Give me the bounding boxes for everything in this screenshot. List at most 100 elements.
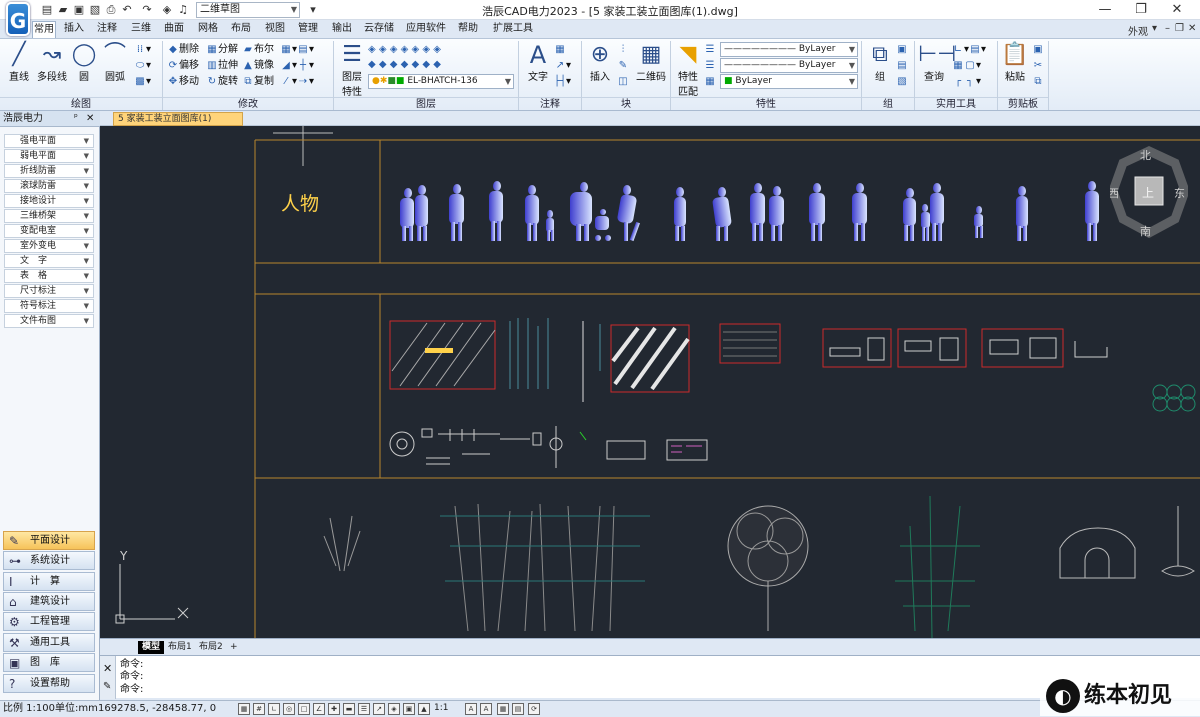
polar-icon[interactable]: ◎ — [283, 703, 295, 715]
arc-button[interactable]: ⌒ 圆弧 — [100, 42, 130, 83]
tab-home[interactable]: 常用 — [32, 21, 56, 38]
module-library[interactable]: ▣ 图 库 — [3, 653, 95, 672]
copy-clip-icon[interactable]: ▣ — [1032, 42, 1044, 57]
workspace-icon[interactable]: ▲ — [418, 703, 430, 715]
table-icon[interactable]: ▦ — [554, 42, 566, 57]
attribute-icon[interactable]: ⫶ — [617, 42, 629, 57]
auto-scale-icon[interactable]: A — [480, 703, 492, 715]
erase-button[interactable]: ◆ 删除 — [167, 42, 199, 57]
menu-item-grounding[interactable]: 接地设计 ▼ — [4, 194, 94, 208]
module-project-management[interactable]: ⚙ 工程管理 — [3, 612, 95, 631]
create-block-icon[interactable]: ◫ — [617, 74, 629, 89]
tab-layout2[interactable]: 布局2 — [195, 641, 227, 654]
edit-block-icon[interactable]: ✎ — [617, 58, 629, 73]
lineweight-select[interactable]: ———————— ByLayer ▼ — [720, 58, 858, 73]
layer-tools-row2[interactable]: ◆ ◆ ◆ ◆ ◆ ◆ ◆ — [368, 57, 441, 72]
trim-icon[interactable]: ⁄ ▾ ⇢ ▾ — [280, 74, 314, 89]
text-button[interactable]: A 文字 — [524, 42, 552, 83]
drawing-canvas[interactable]: 人物 Y 北 南 东 西 上 — [100, 126, 1200, 638]
close-icon[interactable]: ✕ — [1160, 0, 1194, 20]
tab-annotate[interactable]: 注释 — [95, 21, 119, 38]
current-layer-select[interactable]: ●✱■■ EL-BHATCH-136 ▼ — [368, 74, 514, 89]
appearance-menu[interactable]: 外观 — [1128, 23, 1148, 38]
menu-item-substation-room[interactable]: 变配电室 ▼ — [4, 224, 94, 238]
print-icon[interactable]: ⎙ — [104, 2, 118, 17]
boolean-button[interactable]: ▰ 布尔 — [242, 42, 274, 57]
copy-base-icon[interactable]: ⧉ — [1032, 74, 1044, 89]
menu-item-dimension[interactable]: 尺寸标注 ▼ — [4, 284, 94, 298]
polyline-button[interactable]: ↝ 多段线 — [36, 42, 68, 83]
menu-item-3d-tray[interactable]: 三维桥架 ▼ — [4, 209, 94, 223]
scale-readout[interactable]: 比例 1:100 — [3, 701, 55, 716]
gradient-icon[interactable]: ▩▾ — [134, 74, 151, 89]
ellipse-icon[interactable]: ⬭ ▾ — [134, 58, 151, 73]
minimize-icon[interactable]: — — [1088, 0, 1122, 20]
copy-button[interactable]: ⧉ 复制 — [242, 74, 274, 89]
module-settings-help[interactable]: ? 设置帮助 — [3, 674, 95, 693]
group-select-icon[interactable]: ▧ — [896, 74, 908, 89]
save-icon[interactable]: ▣ — [72, 2, 86, 17]
headset-icon[interactable]: ♫ — [176, 2, 190, 17]
view-cube[interactable]: 北 南 东 西 上 — [1110, 143, 1188, 247]
cut-icon[interactable]: ✂ — [1032, 58, 1044, 73]
annotation-scale[interactable]: 1:1 — [434, 701, 448, 716]
menu-item-outdoor-substation[interactable]: 室外变电 ▼ — [4, 239, 94, 253]
mirror-button[interactable]: ▲ 镜像 — [242, 58, 274, 73]
rotate-button[interactable]: ↻ 旋转 — [206, 74, 238, 89]
chevron-down-icon[interactable]: ▾ — [1152, 23, 1157, 34]
module-plan-design[interactable]: ✎ 平面设计 — [3, 531, 95, 550]
ribbon-close-icon[interactable]: ✕ — [1188, 23, 1196, 34]
hardware-accel-icon[interactable]: ▤ — [512, 703, 524, 715]
menu-item-file-layout[interactable]: 文件布图 ▼ — [4, 314, 94, 328]
command-line[interactable]: ✕ ✎ 命令: 命令: 命令: — [100, 655, 1200, 699]
group-button[interactable]: ⧉ 组 — [866, 42, 894, 83]
menu-item-strong-power[interactable]: 强电平面 ▼ — [4, 134, 94, 148]
module-calculation[interactable]: Ⅰ计 算 — [3, 572, 95, 591]
close-icon[interactable]: ✕ — [86, 111, 94, 126]
explode-button[interactable]: ▦分解 — [206, 42, 238, 57]
point-style-icon[interactable]: ∟ ▾▤▾ — [952, 42, 986, 57]
annotation-visibility-icon[interactable]: A — [465, 703, 477, 715]
transparency-icon[interactable]: ☰ — [358, 703, 370, 715]
tab-output[interactable]: 输出 — [330, 21, 354, 38]
tab-mesh[interactable]: 网格 — [196, 21, 220, 38]
snap-grid-icon[interactable]: # — [253, 703, 265, 715]
move-button[interactable]: ✥ 移动 — [167, 74, 199, 89]
dimension-icon[interactable]: ├┤▾ — [554, 74, 571, 89]
ungroup-icon[interactable]: ▣ — [896, 42, 908, 57]
layer-properties-button[interactable]: ☰ 图层 特性 — [338, 42, 366, 98]
menu-item-text[interactable]: 文 字 ▼ — [4, 254, 94, 268]
open-file-icon[interactable]: ▰ — [56, 2, 70, 17]
tab-help[interactable]: 帮助 — [456, 21, 480, 38]
group-edit-icon[interactable]: ▤ — [896, 58, 908, 73]
tab-manage[interactable]: 管理 — [296, 21, 320, 38]
array-icon[interactable]: ▦▾▤▾ — [280, 42, 314, 57]
lock-ui-icon[interactable]: ▦ — [497, 703, 509, 715]
hatch-icon[interactable]: ⁞⁞ ▾ — [134, 42, 151, 57]
ortho-icon[interactable]: ∟ — [268, 703, 280, 715]
id-point-icon[interactable]: ┌ ┐ ▾ — [952, 74, 981, 89]
document-tab[interactable]: 5 家装工装立面图库(1) — [113, 112, 243, 126]
lineweight-toggle-icon[interactable]: ▬ — [343, 703, 355, 715]
tab-apps[interactable]: 应用软件 — [405, 21, 447, 38]
tab-model[interactable]: 模型 — [138, 641, 165, 654]
menu-item-weak-power[interactable]: 弱电平面 ▼ — [4, 149, 94, 163]
ribbon-restore-icon[interactable]: ❐ — [1175, 23, 1184, 34]
tab-extensions[interactable]: 扩展工具 — [492, 21, 534, 38]
command-input[interactable]: 命令: — [120, 684, 143, 696]
line-button[interactable]: ╱ 直线 — [4, 42, 34, 83]
pin-icon[interactable]: ᵖ — [74, 111, 78, 126]
match-properties-button[interactable]: ◥ 特性 匹配 — [674, 42, 702, 98]
tab-layout1[interactable]: 布局1 — [164, 641, 196, 654]
module-architecture[interactable]: ⌂ 建筑设计 — [3, 592, 95, 611]
restore-icon[interactable]: ❐ — [1124, 0, 1158, 20]
tab-insert[interactable]: 插入 — [62, 21, 86, 38]
tab-view[interactable]: 视图 — [263, 21, 287, 38]
paste-button[interactable]: 📋 粘贴 — [1000, 42, 1030, 83]
selection-cycle-icon[interactable]: ↗ — [373, 703, 385, 715]
3d-osnap-icon[interactable]: ◈ — [388, 703, 400, 715]
layers-icon[interactable]: ◈ — [160, 2, 174, 17]
menu-item-table[interactable]: 表 格 ▼ — [4, 269, 94, 283]
otrack-icon[interactable]: ∠ — [313, 703, 325, 715]
circle-button[interactable]: ◯ 圆 — [70, 42, 98, 83]
